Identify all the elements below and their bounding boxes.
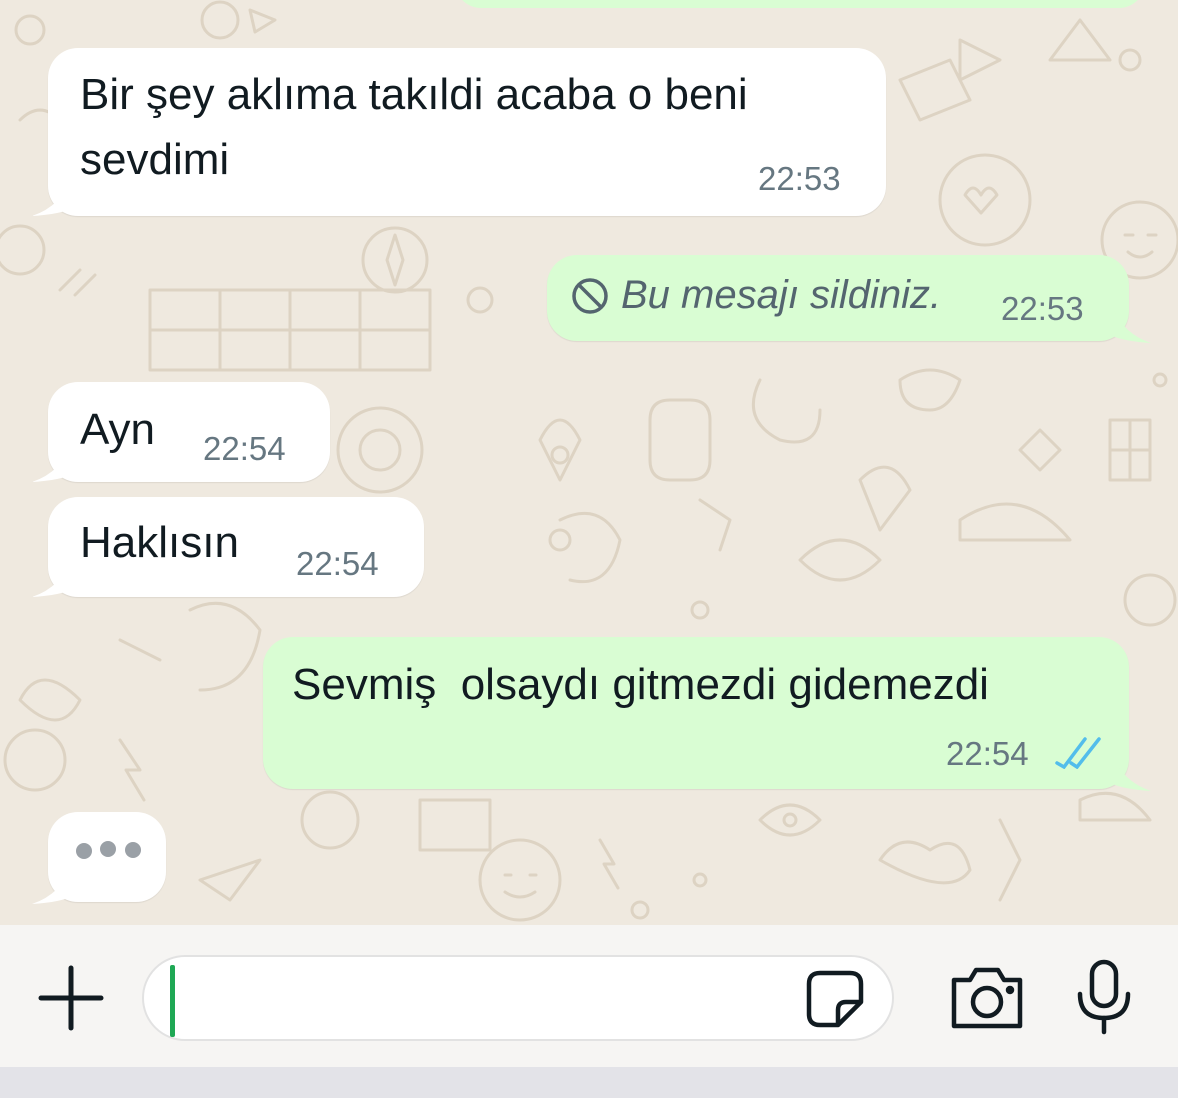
message-text: Sevmiş olsaydı gitmezdi gidemezdi bbox=[292, 660, 989, 709]
outgoing-message[interactable]: Sevmiş olsaydı gitmezdi gidemezdi 22:54 bbox=[263, 637, 1151, 791]
bubble-tail bbox=[32, 864, 72, 904]
message-text: Haklısın bbox=[80, 518, 239, 567]
bubble-tail bbox=[32, 442, 72, 482]
plus-icon bbox=[38, 965, 104, 1031]
incoming-message[interactable]: Ayn 22:54 bbox=[32, 382, 330, 482]
message-input-field[interactable] bbox=[142, 955, 894, 1041]
camera-icon bbox=[951, 967, 1023, 1029]
deleted-message[interactable]: Bu mesajı sildiniz. 22:53 bbox=[547, 255, 1151, 343]
message-time: 22:54 bbox=[203, 430, 286, 467]
microphone-button[interactable] bbox=[1072, 956, 1136, 1036]
incoming-message[interactable]: Haklısın 22:54 bbox=[32, 497, 424, 597]
message-time: 22:53 bbox=[1001, 290, 1084, 327]
bubble-tail bbox=[1111, 303, 1151, 343]
message-input[interactable] bbox=[168, 963, 792, 1035]
sticker-icon bbox=[806, 970, 864, 1028]
typing-dot bbox=[125, 842, 141, 858]
message-text: sevdimi bbox=[80, 135, 230, 184]
deleted-message-text: Bu mesajı sildiniz. bbox=[621, 273, 942, 317]
incoming-message[interactable]: Bir şey aklıma takıldi acaba o beni sevd… bbox=[32, 48, 886, 216]
typing-dot bbox=[76, 843, 92, 859]
bubble-tail bbox=[32, 176, 72, 216]
bubble-tail bbox=[1111, 751, 1151, 791]
chat-area[interactable]: Bir şey aklıma takıldi acaba o beni sevd… bbox=[0, 0, 1178, 925]
message-text: Bir şey aklıma takıldi acaba o beni bbox=[80, 70, 748, 119]
message-text: Ayn bbox=[80, 405, 156, 454]
text-caret bbox=[170, 965, 175, 1037]
double-check-icon bbox=[1055, 737, 1101, 769]
typing-indicator bbox=[32, 812, 166, 904]
message-time: 22:54 bbox=[296, 545, 379, 582]
camera-button[interactable] bbox=[946, 962, 1028, 1034]
partial-outgoing-bubble bbox=[455, 0, 1145, 8]
typing-dot bbox=[100, 841, 116, 857]
system-home-area bbox=[0, 1067, 1178, 1098]
prohibited-icon bbox=[572, 278, 608, 314]
message-time: 22:53 bbox=[758, 160, 841, 197]
attach-button[interactable] bbox=[35, 962, 107, 1034]
sticker-button[interactable] bbox=[804, 968, 866, 1030]
microphone-icon bbox=[1077, 959, 1131, 1035]
message-time: 22:54 bbox=[946, 735, 1029, 772]
bubble-tail bbox=[32, 557, 72, 597]
